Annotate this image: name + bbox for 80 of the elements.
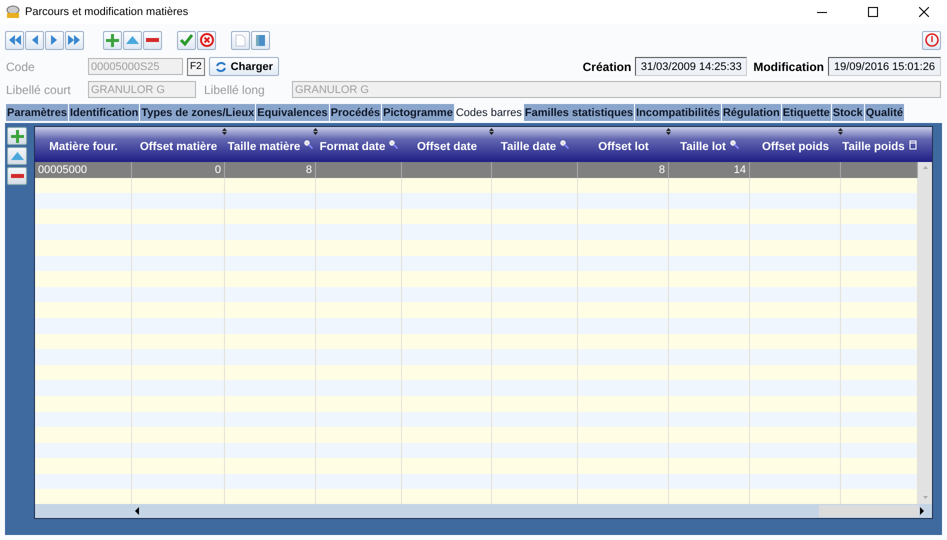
tab[interactable]: Stock [832, 104, 864, 121]
toolbar-button[interactable] [197, 30, 216, 50]
arrow-right-icon [50, 34, 59, 46]
tab[interactable]: Incompatibilités [635, 104, 721, 121]
triangle-up-icon [10, 152, 24, 160]
resize-handle-icon[interactable] [489, 128, 494, 135]
minus-icon [10, 174, 24, 178]
move-up-button[interactable] [7, 147, 27, 165]
toolbar-button[interactable] [5, 30, 24, 50]
magnifier-icon[interactable] [389, 140, 398, 149]
column-header[interactable]: Offset date [416, 136, 478, 152]
column-chooser-icon[interactable] [908, 140, 917, 150]
tab[interactable]: Paramètres [6, 104, 68, 121]
table-cell: 00005000 [38, 164, 87, 176]
close-icon [919, 7, 929, 17]
modification-label: Modification [753, 60, 824, 74]
creation-label: Création [582, 60, 632, 74]
long-label-label: Libellé long [204, 82, 266, 96]
triangle-up-icon [126, 36, 139, 44]
plus-icon [10, 130, 24, 142]
resize-handle-icon[interactable] [222, 128, 227, 135]
cancel-icon [200, 33, 214, 47]
short-label-label: Libellé court [6, 82, 72, 96]
table-cell: 14 [734, 164, 746, 176]
resize-handle-icon[interactable] [313, 128, 318, 135]
toolbar-button[interactable] [143, 30, 162, 50]
toolbar-button[interactable] [25, 30, 44, 50]
column-header[interactable]: Taille date [500, 136, 556, 152]
table-cell: 8 [658, 164, 665, 176]
toolbar-button[interactable] [251, 30, 270, 50]
remove-row-button[interactable] [7, 167, 27, 185]
code-label: Code [6, 60, 36, 74]
table-cell: 0 [214, 164, 221, 176]
tab[interactable]: Qualité [864, 104, 904, 121]
toolbar-button[interactable] [103, 30, 122, 50]
tab[interactable]: Etiquette [782, 104, 831, 121]
tab[interactable]: Procédés [330, 104, 382, 121]
magnifier-icon[interactable] [560, 140, 570, 149]
skip-forward-icon [68, 34, 81, 46]
toolbar-button[interactable] [123, 30, 142, 50]
column-header[interactable]: Offset matière [140, 136, 218, 152]
alert-button[interactable] [922, 30, 941, 50]
table-cell: 8 [306, 164, 312, 176]
column-header[interactable]: Taille poids [842, 136, 905, 152]
table-row[interactable]: 00005000 0 8 8 14 [35, 162, 918, 178]
tab[interactable]: Equivalences [256, 104, 329, 121]
minus-icon [146, 38, 159, 42]
plus-icon [106, 34, 119, 46]
document-icon [235, 34, 246, 46]
tab[interactable]: Types de zones/Lieux [140, 104, 256, 121]
column-header[interactable]: Format date [320, 136, 386, 152]
toolbar-button[interactable] [177, 30, 196, 50]
modification-date-field: 19/09/2016 15:01:26 [828, 57, 941, 76]
resize-handle-icon[interactable] [838, 128, 843, 135]
toolbar-button[interactable] [45, 30, 64, 50]
column-header[interactable]: Matière four. [49, 136, 118, 152]
tab[interactable]: Pictogramme [382, 104, 454, 121]
refresh-icon [214, 60, 227, 72]
magnifier-icon[interactable] [304, 140, 314, 149]
tab[interactable]: Identification [68, 104, 140, 121]
magnifier-icon[interactable] [730, 140, 739, 149]
maximize-icon [868, 7, 878, 17]
window-title: Parcours et modification matières [25, 6, 190, 18]
book-icon [255, 34, 266, 46]
scroll-left-icon[interactable] [135, 507, 140, 515]
arrow-left-icon [30, 34, 39, 46]
alert-icon [924, 33, 938, 47]
checkmark-icon [180, 34, 193, 46]
app-icon [6, 5, 20, 19]
column-header[interactable]: Taille matière [228, 136, 300, 152]
tab[interactable]: Régulation [722, 104, 781, 121]
resize-handle-icon[interactable] [666, 128, 671, 135]
column-header[interactable]: Offset lot [598, 136, 649, 152]
column-header[interactable]: Offset poids [762, 136, 830, 152]
skip-back-icon [8, 34, 21, 46]
tab[interactable]: Familles statistiques [524, 104, 634, 121]
add-row-button[interactable] [7, 127, 27, 145]
column-header[interactable]: Taille lot [680, 136, 726, 152]
toolbar-button[interactable] [65, 30, 84, 50]
creation-date-field: 31/03/2009 14:25:33 [635, 57, 748, 76]
